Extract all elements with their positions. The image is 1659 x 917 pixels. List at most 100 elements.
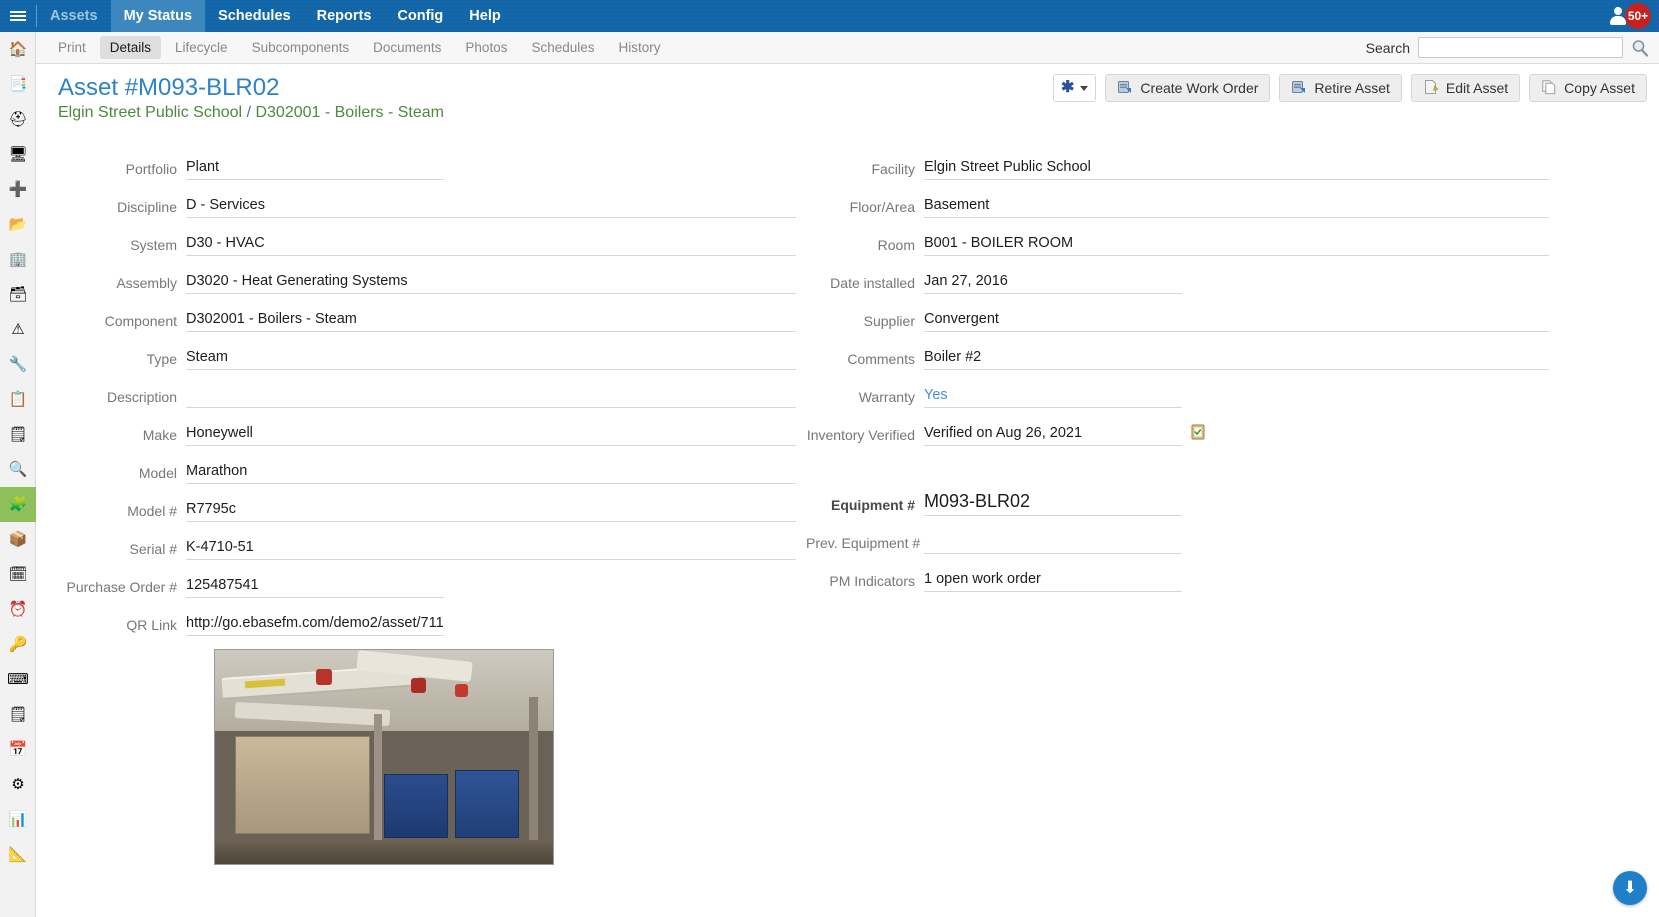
value-model-number[interactable]: R7795c <box>186 501 796 522</box>
value-equipment-number[interactable]: M093-BLR02 <box>924 491 1182 516</box>
nav-item-help[interactable]: Help <box>456 0 513 32</box>
field-row-system: System D30 - HVAC <box>36 218 796 256</box>
value-floor-area[interactable]: Basement <box>924 197 1549 218</box>
value-discipline[interactable]: D - Services <box>186 197 796 218</box>
search-input[interactable] <box>1418 37 1623 58</box>
value-system[interactable]: D30 - HVAC <box>186 235 796 256</box>
building-icon: 🏢 <box>8 251 28 268</box>
search-icon[interactable] <box>1631 39 1649 57</box>
sidebar-item-clipboard-check[interactable]: 📋 <box>0 382 36 417</box>
top-navigation-bar: Assets My Status Schedules Reports Confi… <box>0 0 1659 32</box>
hamburger-menu-icon[interactable] <box>0 0 36 32</box>
breadcrumb-separator: / <box>246 104 252 121</box>
value-pm-indicators[interactable]: 1 open work order <box>924 571 1182 592</box>
sidebar-item-clipboard[interactable]: 🗒 <box>0 417 36 452</box>
sidebar-item-assets-selected[interactable]: 🧩 <box>0 487 36 522</box>
tab-history[interactable]: History <box>609 36 671 59</box>
value-comments[interactable]: Boiler #2 <box>924 349 1549 370</box>
asterisk-icon: ✱ <box>1061 79 1075 96</box>
tab-schedules[interactable]: Schedules <box>521 36 604 59</box>
value-assembly[interactable]: D3020 - Heat Generating Systems <box>186 273 796 294</box>
value-room[interactable]: B001 - BOILER ROOM <box>924 235 1549 256</box>
copy-asset-button[interactable]: Copy Asset <box>1529 74 1647 102</box>
sidebar-item-clock[interactable]: ⏰ <box>0 592 36 627</box>
sidebar-item-first-aid[interactable]: ➕ <box>0 172 36 207</box>
home-icon: 🏠 <box>8 41 28 58</box>
asset-photo[interactable] <box>214 649 554 865</box>
breadcrumb-component[interactable]: D302001 - Boilers - Steam <box>255 104 444 121</box>
hazard-icon: ⚠ <box>11 321 25 338</box>
value-warranty[interactable]: Yes <box>924 387 1182 408</box>
scroll-down-button[interactable]: ⬇ <box>1613 871 1647 905</box>
sidebar-item-keyboard[interactable]: ⌨ <box>0 662 36 697</box>
sidebar-item-calendar[interactable]: 📅 <box>0 732 36 767</box>
sidebar-item-home[interactable]: 🏠 <box>0 32 36 67</box>
value-portfolio[interactable]: Plant <box>186 159 444 180</box>
value-facility[interactable]: Elgin Street Public School <box>924 159 1549 180</box>
sidebar-item-note[interactable]: 🗒 <box>0 697 36 732</box>
tab-details[interactable]: Details <box>99 36 162 59</box>
sidebar-item-grid[interactable]: 📐 <box>0 837 36 872</box>
breadcrumb-facility[interactable]: Elgin Street Public School <box>58 104 242 121</box>
chevron-down-icon <box>1080 85 1089 91</box>
tab-photos[interactable]: Photos <box>455 36 517 59</box>
photo-valve <box>454 684 468 698</box>
tab-documents[interactable]: Documents <box>363 36 451 59</box>
tab-print[interactable]: Print <box>48 36 96 59</box>
label-system: System <box>130 237 177 253</box>
grid-icon: 📐 <box>8 846 28 863</box>
clock-icon: ⏰ <box>8 601 28 618</box>
value-qr-link[interactable]: http://go.ebasefm.com/demo2/asset/711 <box>186 615 444 636</box>
value-type[interactable]: Steam <box>186 349 796 370</box>
field-row-warranty: Warranty Yes <box>806 370 1566 408</box>
sidebar-item-hazard[interactable]: ⚠ <box>0 312 36 347</box>
value-make[interactable]: Honeywell <box>186 425 796 446</box>
retire-asset-button[interactable]: Retire Asset <box>1279 74 1402 102</box>
nav-item-schedules[interactable]: Schedules <box>205 0 304 32</box>
page-title[interactable]: Asset #M093-BLR02 <box>58 74 279 102</box>
value-description[interactable] <box>186 387 796 408</box>
field-row-model-number: Model # R7795c <box>36 484 796 522</box>
nav-item-config[interactable]: Config <box>384 0 456 32</box>
label-room: Room <box>877 237 915 253</box>
tab-lifecycle[interactable]: Lifecycle <box>165 36 238 59</box>
sidebar-item-open-folder[interactable]: 📂 <box>0 207 36 242</box>
edit-asset-button[interactable]: Edit Asset <box>1410 74 1521 102</box>
sidebar-item-calendar-task[interactable]: 🗓 <box>0 557 36 592</box>
sidebar-item-building[interactable]: 🏢 <box>0 242 36 277</box>
tab-subcomponents[interactable]: Subcomponents <box>242 36 360 59</box>
search-label: Search <box>1365 39 1410 56</box>
sidebar-item-workstation[interactable]: 🖥 <box>0 137 36 172</box>
value-component[interactable]: D302001 - Boilers - Steam <box>186 311 796 332</box>
favorite-dropdown-button[interactable]: ✱ <box>1053 74 1097 102</box>
value-prev-equipment-number[interactable] <box>924 533 1182 554</box>
value-purchase-order[interactable]: 125487541 <box>186 577 444 598</box>
verify-clipboard-icon[interactable] <box>1190 423 1206 444</box>
value-supplier[interactable]: Convergent <box>924 311 1549 332</box>
sidebar-item-settings[interactable]: ⚙ <box>0 767 36 802</box>
open-folder-icon: 📂 <box>8 216 28 233</box>
label-prev-equipment-number: Prev. Equipment # <box>806 535 921 551</box>
value-date-installed[interactable]: Jan 27, 2016 <box>924 273 1182 294</box>
sidebar-item-inspection[interactable]: 🔍 <box>0 452 36 487</box>
label-portfolio: Portfolio <box>125 161 177 177</box>
sidebar-item-wrench[interactable]: 🔧 <box>0 347 36 382</box>
sidebar-item-documents[interactable]: 📑 <box>0 67 36 102</box>
asset-fields-right-column: Facility Elgin Street Public School Floo… <box>806 142 1566 592</box>
nav-item-my-status[interactable]: My Status <box>110 0 206 32</box>
value-model[interactable]: Marathon <box>186 463 796 484</box>
nav-item-reports[interactable]: Reports <box>304 0 385 32</box>
sidebar-item-hardhat[interactable]: ⛑ <box>0 102 36 137</box>
nav-item-assets[interactable]: Assets <box>37 0 111 32</box>
sidebar-item-chart[interactable]: 📊 <box>0 802 36 837</box>
value-inventory-verified[interactable]: Verified on Aug 26, 2021 <box>924 425 1182 446</box>
create-work-order-button[interactable]: Create Work Order <box>1105 74 1271 102</box>
sidebar-item-key[interactable]: 🔑 <box>0 627 36 662</box>
user-notification-area[interactable]: 50+ <box>1609 0 1659 32</box>
clipboard-check-icon: 📋 <box>8 391 28 408</box>
sidebar-item-package[interactable]: 📦 <box>0 522 36 557</box>
value-serial-number[interactable]: K-4710-51 <box>186 539 796 560</box>
photo-boiler <box>384 774 449 839</box>
left-sidebar: 🏠 📑 ⛑ 🖥 ➕ 📂 🏢 🗃 ⚠ 🔧 📋 🗒 🔍 🧩 📦 🗓 ⏰ 🔑 ⌨ 🗒 … <box>0 32 36 917</box>
sidebar-item-archive[interactable]: 🗃 <box>0 277 36 312</box>
